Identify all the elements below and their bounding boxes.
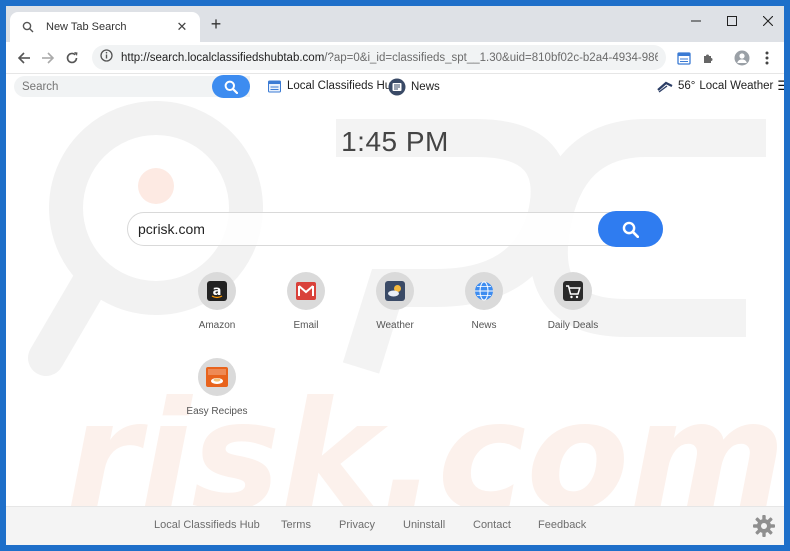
footer-link-uninstall[interactable]: Uninstall — [403, 519, 445, 531]
ext-link-local-classifieds[interactable]: Local Classifieds Hub — [266, 78, 398, 94]
browser-toolbar: http://search.localclassifiedshubtab.com… — [6, 42, 784, 74]
tile-easy-recipes[interactable]: Easy Recipes — [177, 358, 257, 417]
footer-link-contact[interactable]: Contact — [473, 519, 511, 531]
info-icon[interactable] — [100, 48, 113, 67]
footer-link-feedback[interactable]: Feedback — [538, 519, 586, 531]
ext-search-button[interactable] — [212, 75, 250, 98]
back-arrow-icon[interactable] — [14, 48, 34, 68]
tile-label: News — [471, 320, 497, 331]
extension-bar: Local Classifieds Hub News 56° Local Wea… — [6, 74, 784, 98]
clock-display: 1:45 PM — [341, 126, 449, 157]
main-search-button[interactable] — [598, 211, 663, 247]
ext-link-news-label: News — [411, 81, 440, 93]
news-icon — [388, 78, 406, 96]
minimize-icon[interactable] — [678, 6, 714, 36]
tile-label: Daily Deals — [547, 320, 599, 331]
reload-icon[interactable] — [62, 48, 82, 68]
ext-link-local-classifieds-label: Local Classifieds Hub — [287, 80, 398, 92]
close-tab-icon[interactable]: ✕ — [174, 19, 190, 35]
page-content: risk.com 1:45 PM pcrisk.com a Amazon Ema… — [6, 98, 784, 545]
profile-avatar-icon[interactable] — [734, 50, 750, 66]
classifieds-icon — [266, 78, 282, 94]
amazon-icon: a — [207, 281, 227, 301]
browser-window: New Tab Search ✕ + http://search.localcl… — [6, 6, 784, 545]
search-icon — [20, 19, 36, 35]
cart-icon — [563, 281, 583, 301]
tile-news[interactable]: News — [444, 272, 524, 331]
weather-wind-icon — [657, 78, 673, 94]
search-icon — [622, 221, 639, 238]
menu-kebab-icon[interactable] — [759, 50, 775, 66]
page-footer: Local Classifieds Hub Terms Privacy Unin… — [6, 506, 784, 545]
url-main: http://search.localclassifiedshubtab.com — [121, 51, 325, 64]
weather-label: Local Weather — [699, 80, 774, 92]
weather-temp: 56° — [678, 80, 696, 92]
footer-link-terms[interactable]: Terms — [281, 519, 311, 531]
tile-amazon[interactable]: a Amazon — [177, 272, 257, 331]
tile-email[interactable]: Email — [266, 272, 346, 331]
recipes-icon — [206, 367, 228, 387]
address-bar[interactable]: http://search.localclassifiedshubtab.com… — [92, 45, 666, 70]
tab-new-tab-search[interactable]: New Tab Search ✕ — [10, 12, 200, 42]
tab-strip: New Tab Search ✕ + — [6, 6, 784, 42]
tile-weather[interactable]: Weather — [355, 272, 435, 331]
main-search-value: pcrisk.com — [138, 221, 205, 237]
forward-arrow-icon[interactable] — [38, 48, 58, 68]
new-tab-button[interactable]: + — [206, 15, 226, 35]
tile-label: Email — [293, 320, 319, 331]
footer-link-privacy[interactable]: Privacy — [339, 519, 375, 531]
main-search-input[interactable]: pcrisk.com — [127, 212, 663, 246]
url-text[interactable]: http://search.localclassifiedshubtab.com… — [121, 52, 658, 64]
tile-label: Amazon — [198, 320, 236, 331]
weather-icon — [385, 281, 405, 301]
tab-title: New Tab Search — [46, 21, 127, 33]
maximize-icon[interactable] — [714, 6, 750, 36]
close-window-icon[interactable] — [750, 6, 784, 36]
gear-icon[interactable] — [752, 514, 776, 538]
email-icon — [296, 282, 316, 300]
ext-link-news[interactable]: News — [388, 78, 440, 96]
hamburger-menu-icon[interactable]: ☰ — [777, 78, 784, 94]
tile-daily-deals[interactable]: Daily Deals — [533, 272, 613, 331]
ext-weather-widget[interactable]: 56° Local Weather ☰ — [657, 78, 784, 94]
extension-puzzle-icon[interactable] — [700, 50, 716, 66]
footer-link-local-classifieds-hub[interactable]: Local Classifieds Hub — [154, 519, 260, 531]
tile-label: Weather — [376, 320, 414, 331]
extension-calendar-icon[interactable] — [676, 50, 692, 66]
tile-label: Easy Recipes — [186, 406, 248, 417]
news-globe-icon — [475, 281, 493, 301]
url-rest: /?ap=0&i_id=classifieds_spt__1.30&uid=81… — [324, 51, 658, 64]
